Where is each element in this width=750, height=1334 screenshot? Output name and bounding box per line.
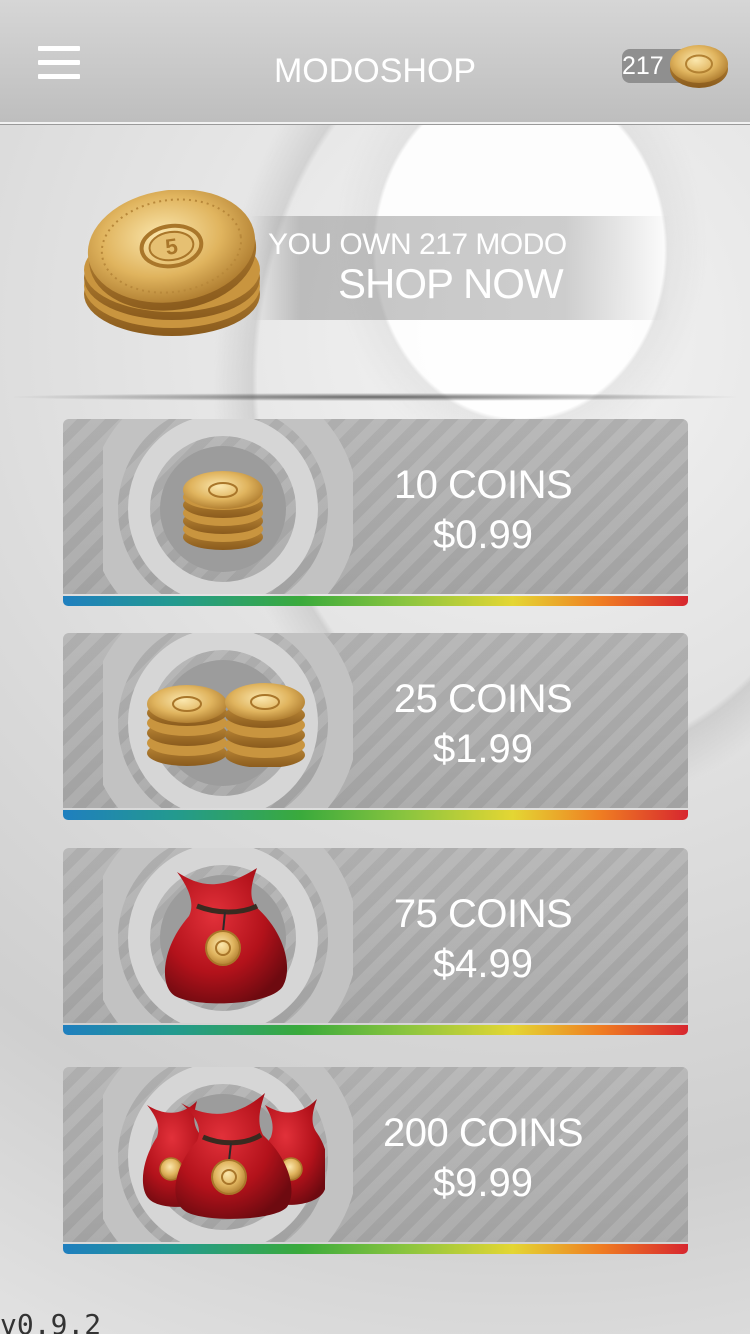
rainbow-stripe [63, 596, 688, 606]
coin-stack-icon [183, 471, 263, 550]
product-price: $1.99 [432, 727, 534, 771]
coin-bag-icon [164, 868, 288, 1004]
card-body: 25 COINS $1.99 [63, 633, 688, 808]
app-header: MODOSHOP 217 [0, 0, 750, 124]
product-coins: 200 COINS [382, 1111, 584, 1155]
coin-stack-icon: 5 [84, 190, 260, 336]
product-price: $0.99 [432, 513, 534, 557]
rainbow-stripe [63, 810, 688, 820]
card-body: 10 COINS $0.99 [63, 419, 688, 594]
product-price: $4.99 [432, 942, 534, 986]
card-body: 75 COINS $4.99 [63, 848, 688, 1023]
version-label: v0.9.2 [0, 1308, 102, 1334]
card-body: 200 COINS $9.99 [63, 1067, 688, 1242]
product-price: $9.99 [432, 1161, 534, 1205]
product-coins: 75 COINS [393, 892, 573, 936]
balance-message: YOU OWN 217 MODO [268, 228, 567, 261]
product-card-25-coins[interactable]: 25 COINS $1.99 [63, 633, 688, 821]
divider [14, 393, 736, 401]
rainbow-stripe [63, 1244, 688, 1254]
product-coins: 25 COINS [393, 677, 573, 721]
product-coins: 10 COINS [393, 463, 573, 507]
coin-stacks-icon [147, 683, 305, 767]
coin-icon [670, 45, 728, 88]
balance-count: 217 [622, 52, 664, 80]
coin-bags-icon [142, 1093, 325, 1219]
rainbow-stripe [63, 1025, 688, 1035]
product-card-75-coins[interactable]: 75 COINS $4.99 [63, 848, 688, 1036]
shop-now-link[interactable]: SHOP NOW [338, 260, 564, 308]
product-card-200-coins[interactable]: 200 COINS $9.99 [63, 1067, 688, 1255]
product-card-10-coins[interactable]: 10 COINS $0.99 [63, 419, 688, 607]
